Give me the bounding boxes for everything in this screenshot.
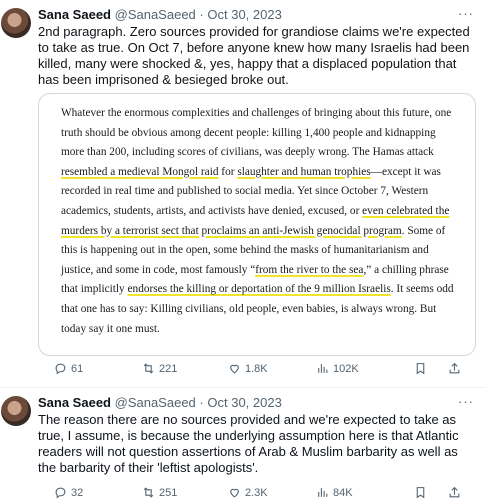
retweet-icon	[143, 363, 154, 374]
bookmark-button[interactable]	[414, 362, 427, 375]
views-button[interactable]: 102K	[316, 362, 359, 375]
share-button[interactable]	[448, 486, 461, 499]
avatar[interactable]	[1, 396, 31, 426]
more-icon[interactable]: ···	[458, 394, 474, 409]
author-handle[interactable]: @SanaSaeed	[115, 395, 196, 410]
author-name[interactable]: Sana Saeed	[38, 7, 111, 22]
tweet-header: Sana Saeed @SanaSaeed · Oct 30, 2023	[38, 7, 282, 22]
bookmark-icon	[416, 363, 425, 375]
excerpt-segment: for	[218, 165, 238, 178]
media-image[interactable]: Whatever the enormous complexities and c…	[38, 93, 476, 356]
retweet-button[interactable]: 251	[142, 486, 177, 499]
like-icon	[230, 488, 239, 498]
reply-count: 61	[71, 362, 84, 375]
excerpt-highlight: from the river to the sea	[255, 263, 364, 276]
excerpt-segment: Whatever the enormous complexities and c…	[61, 107, 452, 159]
like-button[interactable]: 2.3K	[228, 486, 268, 499]
tweet-date[interactable]: Oct 30, 2023	[207, 395, 281, 410]
excerpt-highlight: resembled a medieval Mongol raid	[61, 165, 219, 178]
reply-button[interactable]: 61	[54, 362, 83, 375]
like-count: 1.8K	[245, 362, 268, 375]
tweet-text: The reason there are no sources provided…	[38, 412, 459, 475]
retweet-icon	[143, 487, 154, 498]
tweet-text: 2nd paragraph. Zero sources provided for…	[38, 24, 470, 87]
tweet-actions: 61 221 1.8K 102K	[38, 362, 478, 380]
views-count: 84K	[333, 486, 353, 499]
bookmark-button[interactable]	[414, 486, 427, 499]
more-icon[interactable]: ···	[458, 6, 474, 21]
bookmark-icon	[416, 487, 425, 499]
like-count: 2.3K	[245, 486, 268, 499]
author-name[interactable]: Sana Saeed	[38, 395, 111, 410]
article-excerpt: Whatever the enormous complexities and c…	[61, 104, 461, 339]
retweet-count: 221	[159, 362, 178, 375]
retweet-count: 251	[159, 486, 178, 499]
views-button[interactable]: 84K	[316, 486, 353, 499]
author-handle[interactable]: @SanaSaeed	[115, 7, 196, 22]
separator: ·	[199, 395, 204, 410]
views-count: 102K	[333, 362, 359, 375]
tweet[interactable]: Sana Saeed @SanaSaeed · Oct 30, 2023 ···…	[0, 387, 486, 504]
reply-icon	[55, 487, 66, 499]
tweet-date[interactable]: Oct 30, 2023	[207, 7, 281, 22]
tweet-header: Sana Saeed @SanaSaeed · Oct 30, 2023	[38, 395, 282, 410]
share-icon	[449, 362, 460, 374]
retweet-button[interactable]: 221	[142, 362, 177, 375]
like-button[interactable]: 1.8K	[228, 362, 268, 375]
reply-button[interactable]: 32	[54, 486, 83, 499]
excerpt-highlight: slaughter and human trophies	[237, 165, 371, 178]
tweet-actions: 32 251 2.3K 84K	[38, 486, 478, 504]
share-icon	[449, 486, 460, 498]
share-button[interactable]	[448, 362, 461, 375]
views-icon	[318, 488, 328, 497]
reply-count: 32	[71, 486, 84, 499]
excerpt-highlight: endorses the killing or deportation of t…	[127, 283, 391, 296]
like-icon	[230, 364, 239, 374]
reply-icon	[55, 363, 66, 375]
tweet[interactable]: Sana Saeed @SanaSaeed · Oct 30, 2023 ···…	[0, 0, 486, 387]
separator: ·	[199, 7, 204, 22]
views-icon	[318, 364, 328, 373]
avatar[interactable]	[1, 8, 31, 38]
